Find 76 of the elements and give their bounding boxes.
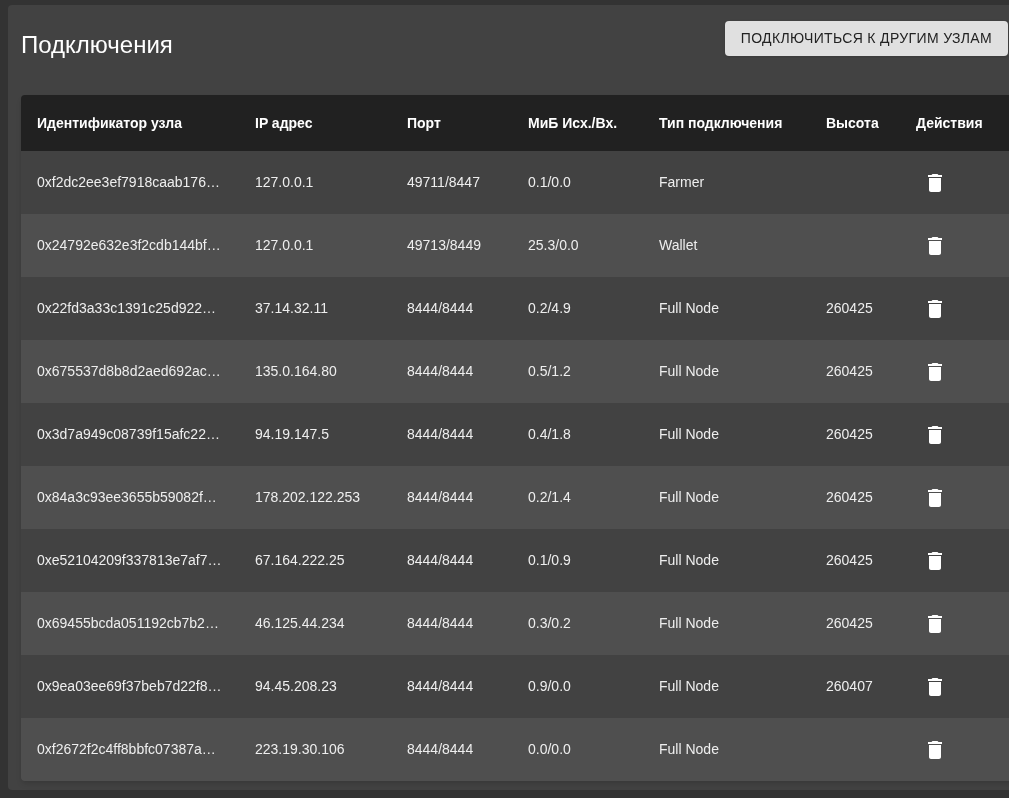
table-cell: Full Node	[659, 489, 719, 505]
table-cell: 0xe52104209f337813e7af7…	[37, 552, 222, 568]
table-cell: Full Node	[659, 741, 719, 757]
table-cell: 0.4/1.8	[528, 426, 571, 442]
table-cell: 8444/8444	[407, 615, 474, 631]
table-cell: 260407	[826, 678, 873, 694]
table-cell: 223.19.30.106	[255, 741, 345, 757]
column-header: Высота	[826, 114, 879, 131]
table-cell: 0x69455bcda051192cb7b2…	[37, 615, 219, 631]
trash-icon	[928, 614, 942, 633]
trash-icon	[928, 551, 942, 570]
table-cell: 8444/8444	[407, 426, 474, 442]
table-cell: 49713/8449	[407, 237, 481, 253]
trash-icon	[928, 362, 942, 381]
table-cell: 8444/8444	[407, 489, 474, 505]
table-cell: 0x22fd3a33c1391c25d922…	[37, 300, 217, 316]
trash-icon	[928, 488, 942, 507]
table-cell: 0x675537d8b8d2aed692ac…	[37, 363, 221, 379]
table-cell: 94.45.208.23	[255, 678, 337, 694]
table-cell: 8444/8444	[407, 300, 474, 316]
table-cell: 25.3/0.0	[528, 237, 579, 253]
table-cell: 260425	[826, 300, 873, 316]
table-cell: 127.0.0.1	[255, 237, 314, 253]
table-cell: 260425	[826, 363, 873, 379]
trash-icon	[928, 236, 942, 255]
table-cell: 8444/8444	[407, 741, 474, 757]
table-cell: Full Node	[659, 363, 719, 379]
table-cell: Full Node	[659, 426, 719, 442]
table-cell: 0xf2672f2c4ff8bbfc07387a…	[37, 741, 216, 757]
table-cell: Full Node	[659, 615, 719, 631]
table-cell: 0xf2dc2ee3ef7918caab176…	[37, 174, 220, 190]
table-cell: 260425	[826, 552, 873, 568]
table-cell: 260425	[826, 615, 873, 631]
column-header: Порт	[407, 114, 441, 131]
table-cell: 0.2/1.4	[528, 489, 571, 505]
column-header: Действия	[916, 114, 983, 131]
table-cell: Farmer	[659, 174, 705, 190]
table-cell: 67.164.222.25	[255, 552, 345, 568]
column-header: МиБ Исх./Вх.	[528, 114, 618, 131]
column-header: Идентификатор узла	[37, 114, 183, 131]
table-cell: 0x9ea03ee69f37beb7d22f8…	[37, 678, 222, 694]
table-cell: 0.5/1.2	[528, 363, 571, 379]
connect-button[interactable]: ПОДКЛЮЧИТЬСЯ К ДРУГИМ УЗЛАМ	[724, 21, 1008, 56]
table-cell: 0x3d7a949c08739f15afc22…	[37, 426, 220, 442]
table-cell: 46.125.44.234	[255, 615, 345, 631]
table-cell: 0.3/0.2	[528, 615, 571, 631]
table-cell: 8444/8444	[407, 363, 474, 379]
trash-icon	[928, 425, 942, 444]
table-cell: 0.1/0.9	[528, 552, 571, 568]
table-cell: 0.2/4.9	[528, 300, 571, 316]
trash-icon	[928, 299, 942, 318]
table-cell: 0.1/0.0	[528, 174, 571, 190]
table-cell: Full Node	[659, 300, 719, 316]
column-header: Тип подключения	[659, 114, 783, 131]
table-cell: 0x24792e632e3f2cdb144bf…	[37, 237, 221, 253]
trash-icon	[928, 740, 942, 759]
table-cell: 0x84a3c93ee3655b59082f…	[37, 489, 217, 505]
column-header: IP адрес	[255, 114, 313, 131]
table-cell: 135.0.164.80	[255, 363, 337, 379]
table-cell: 127.0.0.1	[255, 174, 314, 190]
table-cell: 94.19.147.5	[255, 426, 329, 442]
table-cell: Full Node	[659, 678, 719, 694]
trash-icon	[928, 173, 942, 192]
table-cell: 37.14.32.11	[255, 300, 328, 316]
table-cell: 49711/8447	[407, 174, 480, 190]
table-cell: 0.0/0.0	[528, 741, 571, 757]
trash-icon	[928, 677, 942, 696]
table-cell: Wallet	[659, 237, 698, 253]
table-cell: 8444/8444	[407, 678, 474, 694]
table-cell: 8444/8444	[407, 552, 474, 568]
table-cell: 0.9/0.0	[528, 678, 571, 694]
table-cell: Full Node	[659, 552, 719, 568]
table-cell: 260425	[826, 426, 873, 442]
panel-title: Подключения	[21, 30, 173, 60]
table-cell: 260425	[826, 489, 873, 505]
table-cell: 178.202.122.253	[255, 489, 361, 505]
